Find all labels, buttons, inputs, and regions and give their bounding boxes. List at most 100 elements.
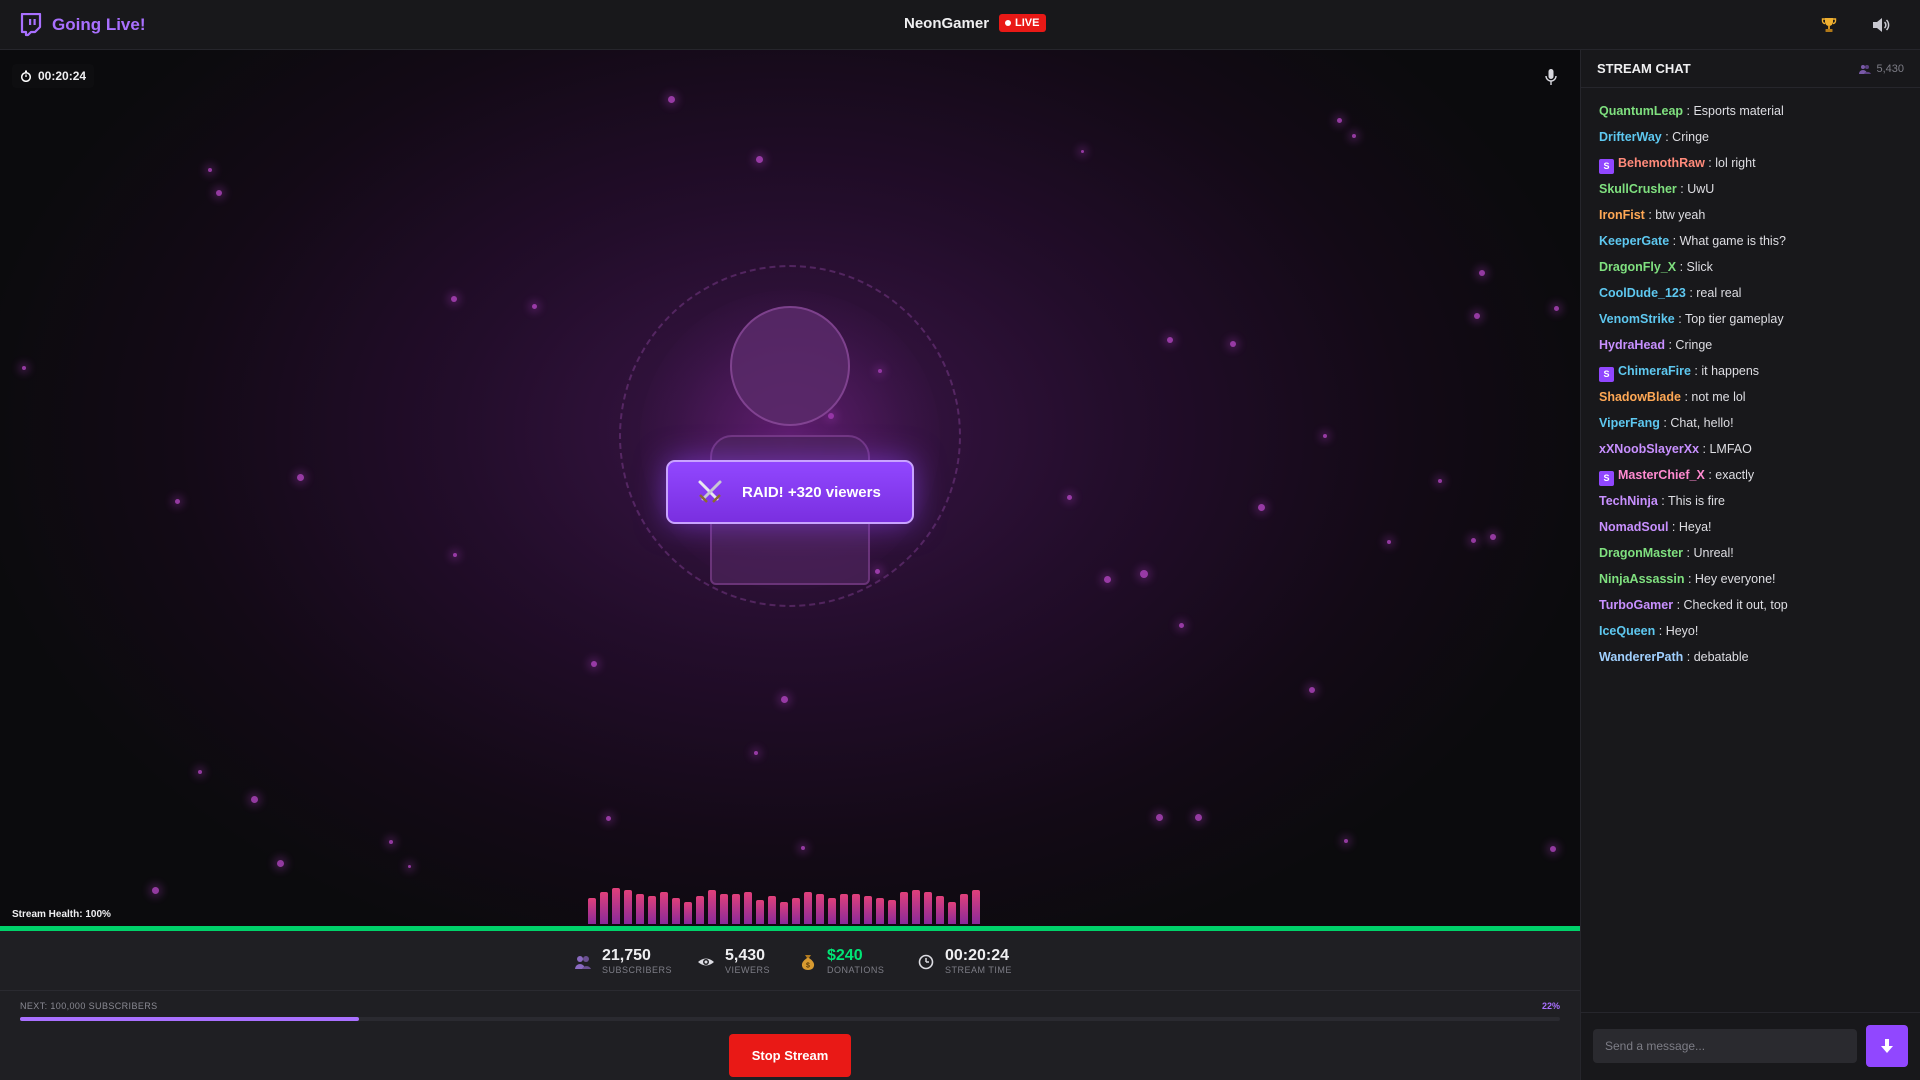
chat-text: it happens	[1701, 364, 1760, 378]
donations-label: DONATIONS	[827, 965, 885, 975]
chat-text: Cringe	[1672, 130, 1709, 144]
stream-timer-value: 00:20:24	[38, 69, 87, 83]
chat-separator: :	[1668, 520, 1679, 534]
chat-username[interactable]: SkullCrusher	[1599, 182, 1677, 196]
chat-message: ViperFang : Chat, hello!	[1599, 410, 1902, 436]
goal-section: NEXT: 100,000 SUBSCRIBERS 22% Stop Strea…	[0, 991, 1580, 1080]
chat-username[interactable]: ViperFang	[1599, 416, 1660, 430]
chat-separator: :	[1704, 156, 1716, 170]
chat-separator: :	[1680, 390, 1692, 404]
people-icon	[1859, 64, 1872, 74]
chat-username[interactable]: KeeperGate	[1599, 234, 1669, 248]
chat-separator: :	[1659, 416, 1671, 430]
speaker-glyph	[1873, 18, 1890, 32]
svg-text:$: $	[806, 962, 810, 969]
subscriber-badge-icon: S	[1599, 471, 1614, 486]
brand[interactable]: Going Live!	[20, 13, 146, 37]
chat-text: Hey everyone!	[1694, 572, 1776, 586]
twitch-logo-icon	[20, 13, 42, 37]
chat-message: xXNoobSlayerXx : LMFAO	[1599, 436, 1902, 462]
chat-text: This is fire	[1668, 494, 1725, 508]
app-title: Going Live!	[52, 15, 146, 34]
chat-text: Cringe	[1675, 338, 1713, 352]
viewers-value: 5,430	[725, 947, 766, 964]
stat-stream-time: 00:20:24 STREAM TIME	[917, 947, 1012, 976]
chat-message: NomadSoul : Heya!	[1599, 514, 1902, 540]
chat-header: STREAM CHAT 5,430	[1581, 50, 1920, 88]
chat-username[interactable]: TechNinja	[1599, 494, 1658, 508]
microphone-icon[interactable]	[1544, 68, 1558, 86]
chat-username[interactable]: DrifterWay	[1599, 130, 1662, 144]
trophy-glyph	[1821, 18, 1837, 32]
goal-percent: 22%	[1541, 1001, 1560, 1011]
chat-input-row	[1581, 1012, 1920, 1080]
stopwatch-icon	[20, 70, 32, 82]
chat-username[interactable]: xXNoobSlayerXx	[1599, 442, 1699, 456]
chat-username[interactable]: NinjaAssassin	[1599, 572, 1684, 586]
clock-icon	[918, 954, 934, 969]
audio-visualizer	[588, 888, 980, 924]
stats-bar: 21,750 SUBSCRIBERS 5,430 VIEWERS $ $240 …	[0, 931, 1580, 991]
chat-text: Slick	[1686, 260, 1713, 274]
live-badge: LIVE	[999, 14, 1047, 32]
chat-username[interactable]: VenomStrike	[1599, 312, 1675, 326]
stop-stream-button[interactable]: Stop Stream	[729, 1034, 851, 1077]
chat-username[interactable]: BehemothRaw	[1618, 156, 1705, 170]
chat-username[interactable]: WandererPath	[1599, 650, 1683, 664]
chat-messages: QuantumLeap : Esports material DrifterWay…	[1581, 88, 1920, 670]
chat-username[interactable]: DragonFly_X	[1599, 260, 1676, 274]
avatar-head	[730, 306, 850, 426]
chat-separator: :	[1673, 598, 1684, 612]
chat-username[interactable]: HydraHead	[1599, 338, 1665, 352]
chat-separator: :	[1683, 104, 1694, 118]
chat-panel: STREAM CHAT 5,430 QuantumLeap : Esports …	[1580, 50, 1920, 1080]
stat-donations: $ $240 DONATIONS	[799, 947, 884, 976]
subscribers-value: 21,750	[602, 947, 651, 964]
chat-text: not me lol	[1691, 390, 1746, 404]
chat-username[interactable]: TurboGamer	[1599, 598, 1673, 612]
chat-username[interactable]: IceQueen	[1599, 624, 1655, 638]
stream-title: NeonGamer LIVE	[904, 14, 1047, 32]
people-icon	[575, 955, 591, 969]
raid-text: RAID! +320 viewers	[742, 483, 881, 501]
chat-username[interactable]: NomadSoul	[1599, 520, 1668, 534]
trophy-icon[interactable]	[1818, 14, 1840, 36]
chat-text: What game is this?	[1679, 234, 1786, 248]
chat-text: lol right	[1715, 156, 1756, 170]
stream-timer: 00:20:24	[12, 64, 95, 88]
goal-label: NEXT: 100,000 SUBSCRIBERS	[20, 1001, 158, 1011]
chat-viewer-count: 5,430	[1859, 63, 1904, 75]
stream-time-label: STREAM TIME	[945, 965, 1012, 975]
stream-health-label: Stream Health: 100%	[12, 909, 111, 920]
chat-username[interactable]: IronFist	[1599, 208, 1645, 222]
chat-message: TechNinja : This is fire	[1599, 488, 1902, 514]
chat-separator: :	[1683, 546, 1694, 560]
chat-separator: :	[1683, 650, 1694, 664]
donations-value: $240	[827, 947, 863, 964]
chat-separator: :	[1665, 338, 1676, 352]
live-label: LIVE	[1015, 17, 1040, 29]
chat-text: btw yeah	[1655, 208, 1706, 222]
chat-separator: :	[1704, 468, 1716, 482]
chat-message: IceQueen : Heyo!	[1599, 618, 1902, 644]
chat-separator: :	[1661, 130, 1673, 144]
chat-username[interactable]: MasterChief_X	[1618, 468, 1705, 482]
chat-username[interactable]: ChimeraFire	[1618, 364, 1691, 378]
chat-username[interactable]: QuantumLeap	[1599, 104, 1683, 118]
chat-username[interactable]: CoolDude_123	[1599, 286, 1686, 300]
chat-separator: :	[1669, 234, 1680, 248]
chat-separator: :	[1684, 572, 1695, 586]
chat-separator: :	[1676, 182, 1688, 196]
chat-username[interactable]: DragonMaster	[1599, 546, 1683, 560]
chat-separator: :	[1657, 494, 1669, 508]
chat-text: Chat, hello!	[1670, 416, 1734, 430]
chat-message: DrifterWay : Cringe	[1599, 124, 1902, 150]
speaker-icon[interactable]	[1870, 14, 1892, 36]
stream-view[interactable]: 00:20:24 RAID! +320 viewers Stream Healt…	[0, 50, 1580, 930]
chat-username[interactable]: ShadowBlade	[1599, 390, 1681, 404]
chat-text: UwU	[1687, 182, 1715, 196]
chat-message: CoolDude_123 : real real	[1599, 280, 1902, 306]
send-button[interactable]	[1866, 1025, 1908, 1067]
money-bag-icon: $	[801, 954, 815, 970]
chat-input[interactable]	[1593, 1029, 1857, 1063]
